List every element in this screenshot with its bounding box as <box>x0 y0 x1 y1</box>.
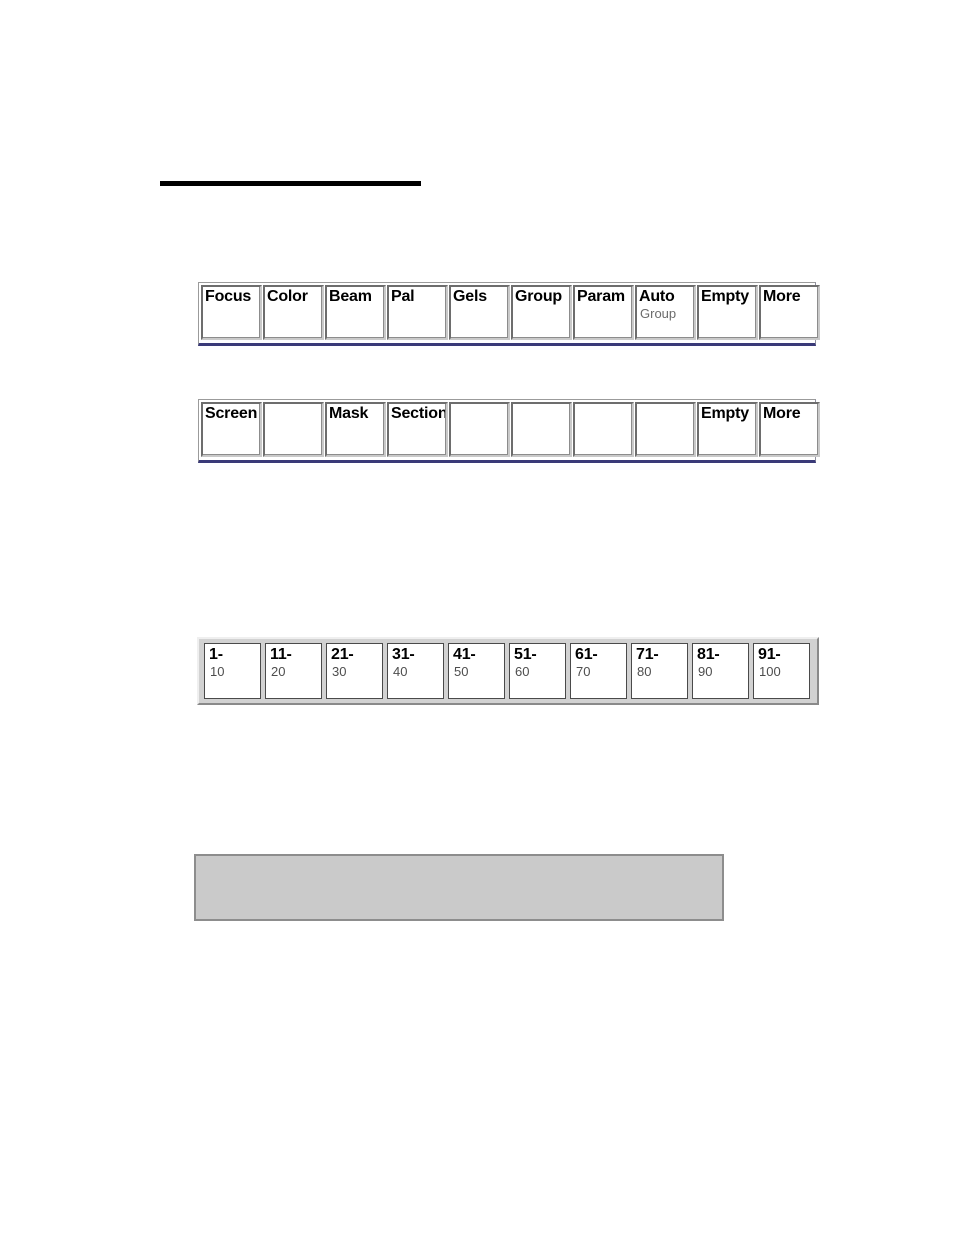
attribute-button-5-label: Gels <box>453 288 487 305</box>
display-toolbar: Screen Mask Section Empty More <box>198 399 820 463</box>
page-range-button-9-label: 81- <box>697 646 720 663</box>
attribute-button-3[interactable]: Beam <box>325 285 386 340</box>
attribute-button-2-label: Color <box>267 288 308 305</box>
attribute-button-7-label: Param <box>577 288 625 305</box>
attribute-button-6-label: Group <box>515 288 562 305</box>
page-range-button-3-label: 21- <box>331 646 354 663</box>
attribute-button-4[interactable]: Pal <box>387 285 448 340</box>
page-range-button-9-sublabel: 90 <box>698 664 713 679</box>
attribute-button-7[interactable]: Param <box>573 285 634 340</box>
display-button-10[interactable]: More <box>759 402 820 457</box>
attribute-button-8-label: Auto <box>639 288 675 305</box>
page-range-button-6-label: 51- <box>514 646 537 663</box>
attribute-button-10[interactable]: More <box>759 285 820 340</box>
page-range-button-1-sublabel: 10 <box>210 664 225 679</box>
display-button-6[interactable] <box>511 402 572 457</box>
attribute-button-8-sublabel: Group <box>640 306 677 321</box>
attribute-button-9-label: Empty <box>701 288 749 305</box>
page-range-bank: 1- 10 11- 20 21- 30 31- 40 41- 50 51- 60 61- 70 71- 80 8… <box>197 637 819 705</box>
display-button-10-label: More <box>763 405 801 422</box>
display-button-5[interactable] <box>449 402 510 457</box>
page-range-button-7-label: 61- <box>575 646 598 663</box>
attribute-button-8[interactable]: Auto Group <box>635 285 696 340</box>
page-range-button-7-sublabel: 70 <box>576 664 591 679</box>
page-range-button-2-sublabel: 20 <box>271 664 286 679</box>
display-button-8[interactable] <box>635 402 696 457</box>
attribute-button-1-label: Focus <box>205 288 252 305</box>
attribute-button-1[interactable]: Focus <box>201 285 262 340</box>
display-button-4[interactable]: Section <box>387 402 448 457</box>
attribute-button-3-label: Beam <box>329 288 372 305</box>
page-range-button-3-sublabel: 30 <box>332 664 347 679</box>
page-range-button-3[interactable]: 21- 30 <box>326 643 383 699</box>
page-range-button-6[interactable]: 51- 60 <box>509 643 566 699</box>
attribute-button-2[interactable]: Color <box>263 285 324 340</box>
page-range-button-1[interactable]: 1- 10 <box>204 643 261 699</box>
page-range-button-5-sublabel: 50 <box>454 664 469 679</box>
page-range-button-4[interactable]: 31- 40 <box>387 643 444 699</box>
page-range-button-10[interactable]: 91- 100 <box>753 643 810 699</box>
attribute-button-5[interactable]: Gels <box>449 285 510 340</box>
empty-display-panel <box>194 854 724 921</box>
page-range-button-8-label: 71- <box>636 646 659 663</box>
page-range-button-5-label: 41- <box>453 646 476 663</box>
section-heading-rule <box>160 181 421 186</box>
page-range-button-4-sublabel: 40 <box>393 664 408 679</box>
display-button-9-label: Empty <box>701 405 749 422</box>
page-range-button-1-label: 1- <box>209 646 223 663</box>
page-range-button-8[interactable]: 71- 80 <box>631 643 688 699</box>
page-range-button-4-label: 31- <box>392 646 415 663</box>
attribute-button-9[interactable]: Empty <box>697 285 758 340</box>
display-button-4-label: Section <box>391 405 448 422</box>
display-button-3-label: Mask <box>329 405 369 422</box>
display-button-1[interactable]: Screen <box>201 402 262 457</box>
attribute-palette-toolbar: Focus Color Beam Pal Gels Group Param Auto Group… <box>198 282 820 346</box>
page-range-button-2[interactable]: 11- 20 <box>265 643 322 699</box>
page-range-button-6-sublabel: 60 <box>515 664 530 679</box>
attribute-button-10-label: More <box>763 288 801 305</box>
page-range-button-2-label: 11- <box>270 646 292 663</box>
page-root: Focus Color Beam Pal Gels Group Param Auto Group… <box>0 0 954 1235</box>
attribute-button-6[interactable]: Group <box>511 285 572 340</box>
page-range-button-10-label: 91- <box>758 646 781 663</box>
display-button-2[interactable] <box>263 402 324 457</box>
page-range-button-8-sublabel: 80 <box>637 664 652 679</box>
page-range-button-10-sublabel: 100 <box>759 664 781 679</box>
display-button-7[interactable] <box>573 402 634 457</box>
page-range-button-7[interactable]: 61- 70 <box>570 643 627 699</box>
display-button-1-label: Screen <box>205 405 258 422</box>
attribute-button-4-label: Pal <box>391 288 415 305</box>
display-button-9[interactable]: Empty <box>697 402 758 457</box>
page-range-button-9[interactable]: 81- 90 <box>692 643 749 699</box>
display-button-3[interactable]: Mask <box>325 402 386 457</box>
page-range-button-5[interactable]: 41- 50 <box>448 643 505 699</box>
